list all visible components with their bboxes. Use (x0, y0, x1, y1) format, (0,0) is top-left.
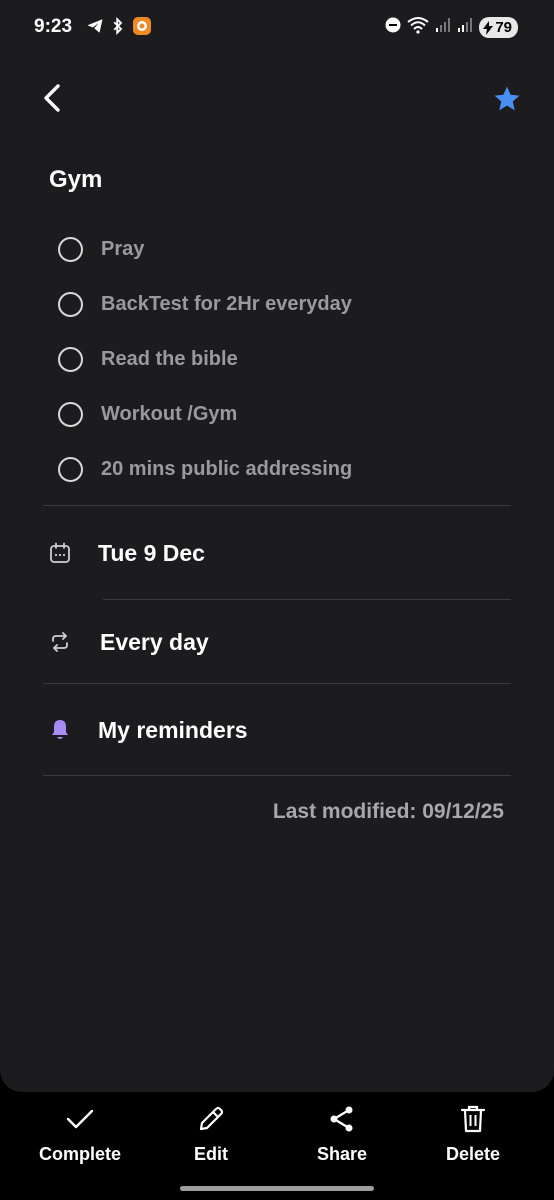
status-system-icons: 79 (385, 16, 518, 39)
subtask-text: Workout /Gym (101, 403, 238, 425)
subtask-checkbox[interactable] (58, 237, 83, 262)
share-icon (325, 1102, 359, 1136)
calendar-icon (44, 537, 76, 569)
divider (103, 599, 511, 600)
bluetooth-icon (110, 16, 126, 40)
subtask-text: Pray (101, 238, 145, 260)
subtask-checkbox[interactable] (58, 292, 83, 317)
status-bar: 9:23 79 (0, 0, 554, 56)
subtask-text: Read the bible (101, 348, 238, 370)
due-date-row[interactable]: Tue 9 Dec (44, 537, 205, 569)
complete-button[interactable]: Complete (20, 1102, 140, 1165)
divider (43, 683, 511, 684)
subtask-item[interactable]: BackTest for 2Hr everyday (58, 277, 518, 332)
signal-icon (435, 17, 451, 38)
subtask-checkbox[interactable] (58, 347, 83, 372)
back-button[interactable] (36, 80, 68, 116)
app-notification-icon (132, 16, 152, 41)
subtask-list: Pray BackTest for 2Hr everyday Read the … (58, 222, 518, 497)
battery-icon: 79 (479, 17, 518, 38)
due-date-text: Tue 9 Dec (98, 539, 205, 566)
chevron-left-icon (44, 84, 60, 112)
reminder-list-row[interactable]: My reminders (44, 714, 248, 746)
delete-button[interactable]: Delete (413, 1102, 533, 1165)
wifi-icon (407, 16, 429, 39)
pencil-icon (194, 1102, 228, 1136)
dnd-icon (385, 17, 401, 38)
subtask-item[interactable]: Read the bible (58, 332, 518, 387)
complete-label: Complete (38, 1144, 121, 1164)
telegram-icon (86, 17, 104, 40)
favorite-star-button[interactable] (490, 82, 524, 116)
status-notification-icons (86, 16, 152, 41)
signal-icon (457, 17, 473, 38)
check-icon (63, 1102, 97, 1136)
divider (43, 505, 511, 506)
delete-label: Delete (445, 1144, 501, 1164)
task-title[interactable]: Gym (49, 166, 102, 194)
trash-icon (456, 1102, 490, 1136)
edit-button[interactable]: Edit (151, 1102, 271, 1165)
task-detail-card: 9:23 79 Gym Pray BackTest for 2Hr everyd… (0, 0, 554, 1092)
star-icon (494, 86, 520, 111)
subtask-text: 20 mins public addressing (101, 458, 353, 480)
edit-label: Edit (194, 1144, 228, 1164)
home-indicator[interactable] (180, 1186, 374, 1191)
subtask-checkbox[interactable] (58, 402, 83, 427)
bell-icon (44, 714, 76, 746)
subtask-text: BackTest for 2Hr everyday (101, 293, 352, 315)
subtask-item[interactable]: 20 mins public addressing (58, 442, 518, 497)
repeat-icon (44, 626, 76, 658)
share-button[interactable]: Share (282, 1102, 402, 1165)
share-label: Share (316, 1144, 368, 1164)
subtask-item[interactable]: Pray (58, 222, 518, 277)
repeat-text: Every day (100, 628, 209, 655)
divider (43, 775, 511, 776)
battery-level: 79 (495, 19, 512, 36)
subtask-item[interactable]: Workout /Gym (58, 387, 518, 442)
reminder-list-text: My reminders (98, 716, 248, 743)
last-modified-text: Last modified: 09/12/25 (272, 800, 504, 823)
status-time: 9:23 (34, 16, 73, 37)
subtask-checkbox[interactable] (58, 457, 83, 482)
repeat-row[interactable]: Every day (44, 626, 209, 658)
bottom-toolbar: Complete Edit Share Delete (0, 1092, 554, 1172)
